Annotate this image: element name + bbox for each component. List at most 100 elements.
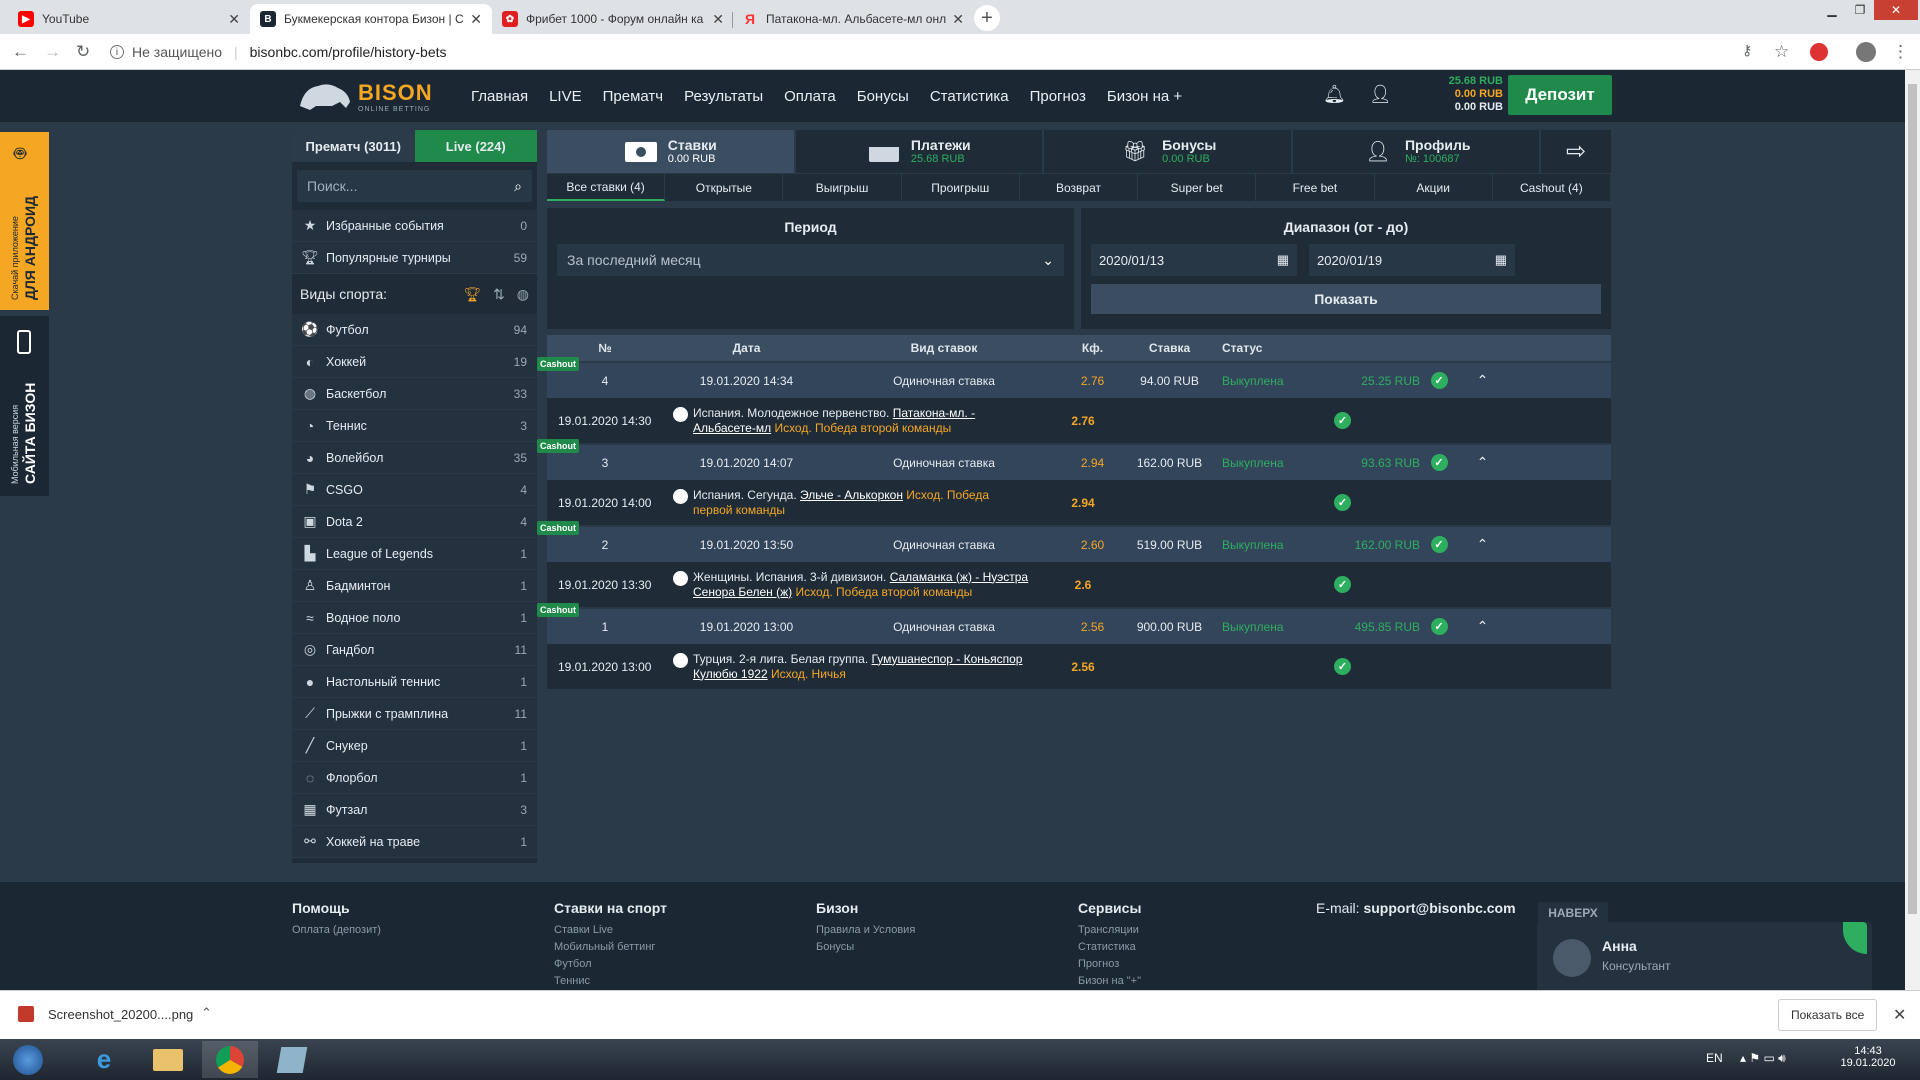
browser-tab[interactable]: ▶ YouTube ✕	[8, 4, 250, 34]
logout-button[interactable]: ⇨	[1541, 130, 1611, 173]
show-button[interactable]: Показать	[1091, 284, 1601, 314]
close-icon[interactable]: ✕	[228, 11, 240, 28]
sidebar-item-sport[interactable]: ≈ Водное поло 1	[292, 602, 537, 634]
user-icon[interactable]: 👤︎	[1369, 84, 1392, 105]
menu-item-home[interactable]: Главная	[471, 88, 528, 105]
download-file-name[interactable]: Screenshot_20200....png	[48, 1007, 193, 1022]
sidebar-search[interactable]: Поиск... ⌕	[297, 170, 532, 202]
reload-icon[interactable]: ↻	[76, 42, 90, 62]
sidebar-item-sport[interactable]: ♙ Бадминтон 1	[292, 570, 537, 602]
footer-link[interactable]: Теннис	[554, 973, 667, 990]
browser-tab[interactable]: Я Патакона-мл. Альбасете-мл онл ✕	[732, 4, 974, 34]
footer-link[interactable]: Правила и Условия	[816, 922, 915, 939]
menu-icon[interactable]: ⋮	[1892, 42, 1909, 62]
sidebar-item-sport[interactable]: ⚯ Хоккей на траве 1	[292, 826, 537, 858]
footer-link[interactable]: Оплата (депозит)	[292, 922, 381, 939]
bell-icon[interactable]: 🔔︎	[1323, 84, 1346, 105]
explorer-icon[interactable]	[140, 1041, 196, 1078]
search-icon[interactable]: ⌕	[514, 178, 522, 195]
footer-link[interactable]: Мобильный беттинг	[554, 939, 667, 956]
sidebar-item-sport[interactable]: ▙ League of Legends 1	[292, 538, 537, 570]
category-bonuses[interactable]: 🎁︎ Бонусы 0.00 RUB	[1044, 130, 1293, 173]
date-from-input[interactable]: 2020/01/13 ▦	[1091, 244, 1297, 276]
subtab-all[interactable]: Все ставки (4)	[547, 174, 666, 201]
page-scrollbar[interactable]	[1905, 70, 1920, 990]
tab-live[interactable]: Live (224)	[414, 130, 537, 162]
info-icon[interactable]: i	[110, 45, 124, 59]
footer-link[interactable]: Трансляции	[1078, 922, 1141, 939]
close-icon[interactable]: ✕	[712, 11, 724, 28]
menu-item-payment[interactable]: Оплата	[784, 88, 836, 105]
subtab-cashout[interactable]: Cashout (4)	[1493, 174, 1611, 201]
chevron-up-icon[interactable]: ⌃	[1477, 536, 1489, 553]
back-icon[interactable]: ←	[12, 42, 29, 62]
sidebar-item-sport[interactable]: ◐ Хоккей 19	[292, 346, 537, 378]
close-icon[interactable]: ✕	[1893, 1005, 1906, 1025]
calendar-icon[interactable]: ▦	[1495, 252, 1507, 268]
chevron-up-icon[interactable]: ⌃	[1477, 618, 1489, 635]
sidebar-item-sport[interactable]: ◔ Теннис 3	[292, 410, 537, 442]
sidebar-item-sport[interactable]: ◌ Флорбол 1	[292, 762, 537, 794]
browser-tab[interactable]: ✿ Фрибет 1000 - Форум онлайн ка ✕	[492, 4, 734, 34]
tab-prematch[interactable]: Прематч (3011)	[292, 130, 415, 162]
clock[interactable]: 14:43 19.01.2020	[1838, 1045, 1898, 1069]
subtab-lost[interactable]: Проигрыш	[902, 174, 1020, 201]
scrollbar-thumb[interactable]	[1908, 84, 1917, 914]
subtab-superbet[interactable]: Super bet	[1138, 174, 1257, 201]
period-select[interactable]: За последний месяц ⌄	[557, 244, 1064, 276]
sidebar-item-sport[interactable]: ⚑ CSGO 4	[292, 474, 537, 506]
subtab-won[interactable]: Выигрыш	[783, 174, 902, 201]
app-icon[interactable]	[264, 1041, 320, 1078]
sidebar-item-sport[interactable]: ◍ Баскетбол 33	[292, 378, 537, 410]
extension-icon[interactable]	[1810, 43, 1828, 61]
ie-icon[interactable]: e	[76, 1041, 132, 1078]
search-input[interactable]: Поиск...	[307, 178, 357, 194]
menu-item-statistics[interactable]: Статистика	[930, 88, 1009, 105]
browser-tab-active[interactable]: B Букмекерская контора Бизон | С ✕	[250, 4, 492, 34]
footer-link[interactable]: Ставки Live	[554, 922, 667, 939]
sidebar-item-sport[interactable]: ◎ Гандбол 11	[292, 634, 537, 666]
url-bar[interactable]: i Не защищено | bisonbc.com/profile/hist…	[110, 39, 1730, 65]
new-tab-button[interactable]: +	[974, 5, 1000, 31]
calendar-icon[interactable]: ▦	[1277, 252, 1289, 268]
sidebar-item-sport[interactable]: ● Настольный теннис 1	[292, 666, 537, 698]
sidebar-item-sport[interactable]: ◕ Волейбол 35	[292, 442, 537, 474]
menu-item-bison-plus[interactable]: Бизон на +	[1107, 88, 1182, 105]
bet-row[interactable]: Cashout 4 19.01.2020 14:34 Одиночная ста…	[537, 357, 1611, 398]
footer-link[interactable]: Бонусы	[816, 939, 915, 956]
start-button[interactable]	[0, 1041, 56, 1078]
subtab-open[interactable]: Открытые	[665, 174, 784, 201]
sidebar-item-sport[interactable]: ▣ Dota 2 4	[292, 506, 537, 538]
maximize-button[interactable]: ❐	[1846, 0, 1874, 20]
show-all-downloads-button[interactable]: Показать все	[1778, 999, 1878, 1031]
language-indicator[interactable]: EN	[1706, 1051, 1723, 1065]
mobile-site-promo[interactable]: Мобильная версия САЙТА БИЗОН	[0, 316, 49, 496]
globe-icon[interactable]: ◍	[517, 286, 529, 302]
menu-item-results[interactable]: Результаты	[684, 88, 763, 105]
profile-avatar[interactable]	[1856, 42, 1876, 62]
minimize-button[interactable]: ▁	[1818, 0, 1846, 20]
footer-link[interactable]: Футбол	[554, 956, 667, 973]
chevron-up-icon[interactable]: ⌃	[201, 1005, 212, 1021]
menu-item-live[interactable]: LIVE	[549, 88, 582, 105]
sidebar-item-sport[interactable]: ╱ Снукер 1	[292, 730, 537, 762]
android-app-promo[interactable]: 🤖︎ Скачай приложение ДЛЯ АНДРОИД	[0, 132, 49, 310]
bison-logo[interactable]: BISON ONLINE BETTING	[296, 75, 441, 117]
close-icon[interactable]: ✕	[470, 11, 482, 28]
window-close-button[interactable]: ✕	[1874, 0, 1918, 20]
tray-icons[interactable]: ▴ ⚑ ▭ 🔊︎	[1740, 1051, 1786, 1066]
category-payments[interactable]: Платежи 25.68 RUB	[796, 130, 1044, 173]
star-icon[interactable]: ☆	[1774, 42, 1789, 62]
subtab-refund[interactable]: Возврат	[1020, 174, 1139, 201]
subtab-freebet[interactable]: Free bet	[1256, 174, 1375, 201]
forward-icon[interactable]: →	[44, 42, 61, 62]
email-link[interactable]: support@bisonbc.com	[1363, 900, 1515, 916]
deposit-button[interactable]: Депозит	[1508, 75, 1612, 115]
bet-row[interactable]: Cashout 1 19.01.2020 13:00 Одиночная ста…	[537, 603, 1611, 644]
event-match-link[interactable]: Эльче - Алькоркон	[800, 488, 903, 502]
category-bets[interactable]: Ставки 0.00 RUB	[547, 130, 796, 173]
subtab-promos[interactable]: Акции	[1375, 174, 1493, 201]
key-icon[interactable]: ⚷	[1742, 42, 1752, 59]
sidebar-item-sport[interactable]: ⟋ Прыжки с трамплина 11	[292, 698, 537, 730]
close-icon[interactable]: ✕	[952, 11, 964, 28]
